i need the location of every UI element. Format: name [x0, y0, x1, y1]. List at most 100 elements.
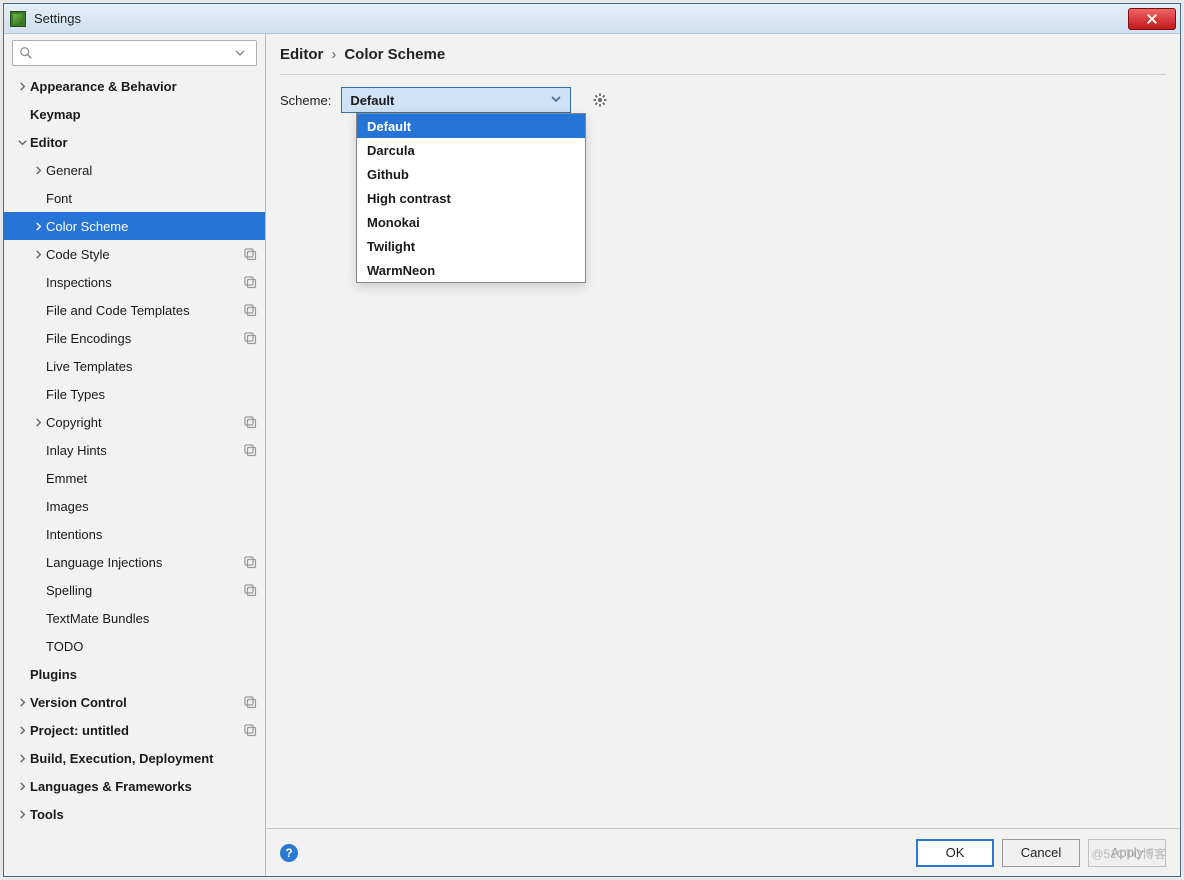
titlebar: Settings — [4, 4, 1180, 34]
scheme-option[interactable]: Github — [357, 162, 585, 186]
tree-item[interactable]: Spelling — [4, 576, 265, 604]
project-scope-icon — [243, 303, 257, 317]
scheme-option[interactable]: WarmNeon — [357, 258, 585, 282]
settings-search[interactable] — [12, 40, 257, 66]
search-input[interactable] — [37, 46, 234, 61]
tree-item[interactable]: Intentions — [4, 520, 265, 548]
dialog-footer: ? OK Cancel Apply — [266, 828, 1180, 876]
scheme-dropdown[interactable]: DefaultDarculaGithubHigh contrastMonokai… — [356, 113, 586, 283]
tree-item-label: Plugins — [30, 667, 257, 682]
close-icon — [1145, 12, 1159, 26]
tree-item-label: TextMate Bundles — [46, 611, 257, 626]
scheme-option[interactable]: Monokai — [357, 210, 585, 234]
tree-item-label: Emmet — [46, 471, 257, 486]
tree-item[interactable]: Appearance & Behavior — [4, 72, 265, 100]
tree-item[interactable]: TextMate Bundles — [4, 604, 265, 632]
scheme-option[interactable]: Default — [357, 114, 585, 138]
chevron-right-icon — [30, 250, 46, 259]
project-scope-icon — [243, 583, 257, 597]
tree-item-label: Inspections — [46, 275, 243, 290]
scheme-combo-value: Default — [350, 93, 550, 108]
tree-item-label: Intentions — [46, 527, 257, 542]
tree-item[interactable]: Tools — [4, 800, 265, 828]
scheme-option[interactable]: High contrast — [357, 186, 585, 210]
tree-item-label: Language Injections — [46, 555, 243, 570]
scheme-option[interactable]: Darcula — [357, 138, 585, 162]
tree-item-label: Appearance & Behavior — [30, 79, 257, 94]
chevron-right-icon — [30, 418, 46, 427]
tree-item[interactable]: Plugins — [4, 660, 265, 688]
tree-item[interactable]: Version Control — [4, 688, 265, 716]
tree-item[interactable]: File Encodings — [4, 324, 265, 352]
tree-item[interactable]: Emmet — [4, 464, 265, 492]
tree-item[interactable]: Languages & Frameworks — [4, 772, 265, 800]
project-scope-icon — [243, 723, 257, 737]
tree-item-label: File and Code Templates — [46, 303, 243, 318]
tree-item[interactable]: Code Style — [4, 240, 265, 268]
chevron-right-icon — [30, 222, 46, 231]
ok-button[interactable]: OK — [916, 839, 994, 867]
tree-item[interactable]: Build, Execution, Deployment — [4, 744, 265, 772]
window-close-button[interactable] — [1128, 8, 1176, 30]
tree-item[interactable]: General — [4, 156, 265, 184]
tree-item-label: Live Templates — [46, 359, 257, 374]
tree-item[interactable]: Images — [4, 492, 265, 520]
tree-item[interactable]: TODO — [4, 632, 265, 660]
tree-item-label: Copyright — [46, 415, 243, 430]
tree-item[interactable]: Copyright — [4, 408, 265, 436]
tree-item[interactable]: Keymap — [4, 100, 265, 128]
tree-item-label: File Encodings — [46, 331, 243, 346]
scheme-combobox[interactable]: Default — [341, 87, 571, 113]
project-scope-icon — [243, 331, 257, 345]
tree-item-label: Font — [46, 191, 257, 206]
tree-item-label: Tools — [30, 807, 257, 822]
scheme-row: Scheme: Default — [280, 74, 1166, 113]
tree-item[interactable]: Language Injections — [4, 548, 265, 576]
apply-button: Apply — [1088, 839, 1166, 867]
project-scope-icon — [243, 443, 257, 457]
tree-item[interactable]: Editor — [4, 128, 265, 156]
tree-item-label: Images — [46, 499, 257, 514]
gear-icon — [592, 92, 608, 108]
tree-item-label: Code Style — [46, 247, 243, 262]
tree-item-label: Inlay Hints — [46, 443, 243, 458]
chevron-right-icon — [30, 166, 46, 175]
tree-item-label: Spelling — [46, 583, 243, 598]
settings-tree[interactable]: Appearance & Behavior Keymap Editor General… — [4, 72, 265, 876]
breadcrumb-child: Color Scheme — [344, 46, 445, 63]
tree-item-label: File Types — [46, 387, 257, 402]
chevron-right-icon — [14, 82, 30, 91]
search-icon — [19, 46, 33, 60]
tree-item-label: Color Scheme — [46, 219, 257, 234]
tree-item[interactable]: File Types — [4, 380, 265, 408]
tree-item[interactable]: Color Scheme — [4, 212, 265, 240]
project-scope-icon — [243, 247, 257, 261]
help-button[interactable]: ? — [280, 844, 298, 862]
settings-window: Settings Appearance & Behavior Keymap Edit… — [3, 3, 1181, 877]
cancel-button[interactable]: Cancel — [1002, 839, 1080, 867]
breadcrumb-parent: Editor — [280, 46, 323, 63]
chevron-right-icon — [14, 810, 30, 819]
tree-item-label: Project: untitled — [30, 723, 243, 738]
breadcrumb-separator: › — [331, 46, 336, 63]
tree-item-label: Editor — [30, 135, 257, 150]
tree-item-label: Languages & Frameworks — [30, 779, 257, 794]
scheme-gear-button[interactable] — [589, 89, 611, 111]
tree-item-label: Keymap — [30, 107, 257, 122]
tree-item[interactable]: Project: untitled — [4, 716, 265, 744]
breadcrumb: Editor › Color Scheme — [266, 34, 1180, 74]
tree-item[interactable]: File and Code Templates — [4, 296, 265, 324]
tree-item[interactable]: Inlay Hints — [4, 436, 265, 464]
tree-item-label: Build, Execution, Deployment — [30, 751, 257, 766]
dialog-body: Appearance & Behavior Keymap Editor General… — [4, 34, 1180, 876]
project-scope-icon — [243, 555, 257, 569]
scheme-option[interactable]: Twilight — [357, 234, 585, 258]
tree-item[interactable]: Inspections — [4, 268, 265, 296]
window-title: Settings — [34, 11, 81, 26]
tree-item-label: TODO — [46, 639, 257, 654]
project-scope-icon — [243, 415, 257, 429]
tree-item[interactable]: Live Templates — [4, 352, 265, 380]
chevron-right-icon — [14, 754, 30, 763]
tree-item[interactable]: Font — [4, 184, 265, 212]
scheme-label: Scheme: — [280, 93, 331, 108]
